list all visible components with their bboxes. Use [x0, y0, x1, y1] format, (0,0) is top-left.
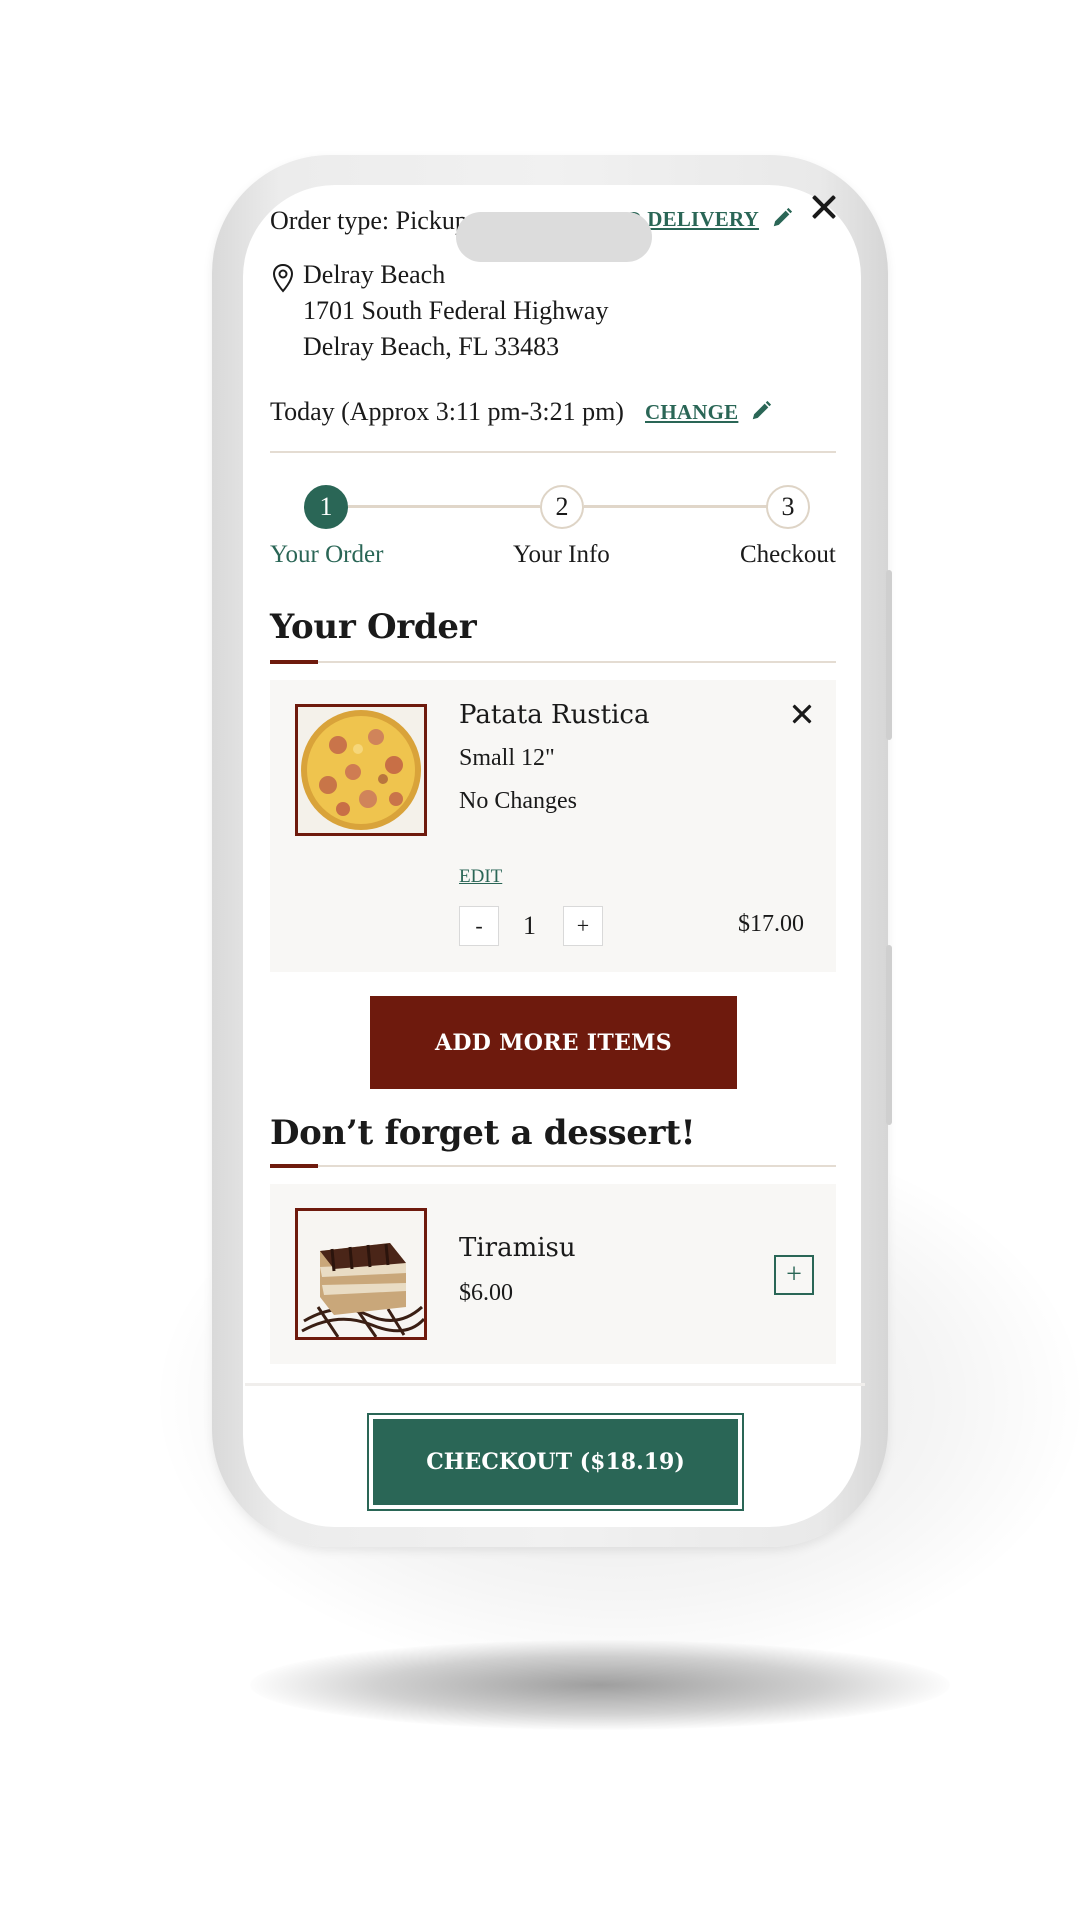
pickup-time-text: Today (Approx 3:11 pm-3:21 pm) [270, 397, 624, 426]
section-accent [270, 1164, 318, 1168]
order-type-text: Order type: Pickup [270, 206, 468, 235]
phone-notch [456, 212, 652, 262]
decrease-quantity-button[interactable]: - [459, 906, 499, 946]
pencil-icon [753, 400, 772, 420]
your-order-title: Your Order [270, 607, 477, 647]
phone-side-button [886, 945, 892, 1125]
dessert-title: Don’t forget a dessert! [270, 1113, 696, 1153]
tiramisu-thumbnail [295, 1208, 427, 1340]
cart-item-size: Small 12" [459, 745, 555, 771]
section-divider [270, 1165, 836, 1167]
step-3-circle: 3 [766, 485, 810, 529]
step-connector [348, 505, 540, 508]
remove-item-icon[interactable] [791, 703, 813, 725]
change-time-link[interactable]: CHANGE [645, 400, 772, 425]
increase-quantity-button[interactable]: + [563, 906, 603, 946]
step-connector [584, 505, 768, 508]
section-accent [270, 660, 318, 664]
pizza-thumbnail [295, 704, 427, 836]
pizza-image [298, 707, 424, 833]
edit-item-link[interactable]: EDIT [459, 866, 502, 888]
address-line-1: 1701 South Federal Highway [303, 296, 609, 325]
step-2-label: Your Info [513, 541, 610, 568]
checkout-button[interactable]: CHECKOUT ($18.19) [367, 1413, 744, 1511]
add-dessert-button[interactable]: + [774, 1255, 814, 1295]
tiramisu-image [298, 1211, 424, 1337]
cart-item-name: Patata Rustica [459, 700, 650, 730]
section-divider [270, 661, 836, 663]
cart-item-modifiers: No Changes [459, 788, 577, 814]
change-time-label: CHANGE [645, 400, 739, 424]
close-icon[interactable] [810, 193, 838, 221]
dessert-price: $6.00 [459, 1280, 513, 1306]
header-divider [270, 451, 836, 453]
step-3-label: Checkout [740, 541, 836, 568]
device-floor-shadow [250, 1640, 950, 1730]
step-1-label: Your Order [270, 541, 384, 568]
cart-item-price: $17.00 [738, 911, 804, 937]
checkout-button-label: CHECKOUT ($18.19) [373, 1419, 738, 1505]
pencil-icon [773, 207, 793, 227]
dessert-name: Tiramisu [459, 1233, 576, 1263]
step-1-circle: 1 [304, 485, 348, 529]
step-2-circle: 2 [540, 485, 584, 529]
footer-separator [245, 1383, 865, 1386]
phone-side-button [886, 570, 892, 740]
address-line-2: Delray Beach, FL 33483 [303, 332, 560, 361]
quantity-value: 1 [523, 911, 536, 940]
location-name: Delray Beach [303, 260, 446, 289]
location-pin-icon [272, 263, 294, 293]
add-more-items-button[interactable]: ADD MORE ITEMS [370, 996, 737, 1089]
